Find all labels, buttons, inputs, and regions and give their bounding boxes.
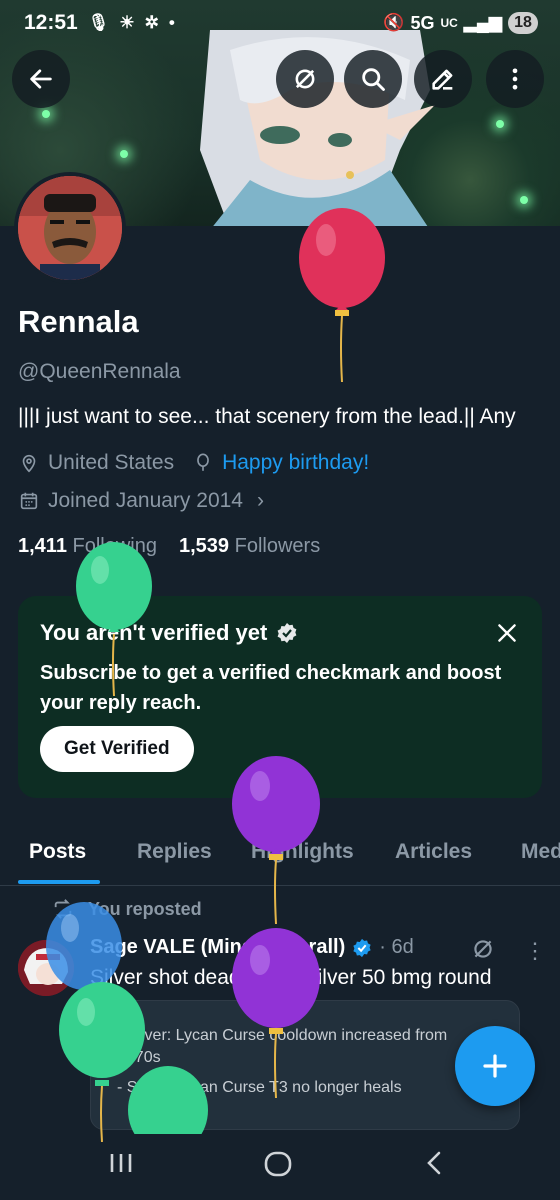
back-nav-icon[interactable] — [420, 1148, 450, 1178]
close-icon[interactable] — [494, 620, 520, 646]
follow-stats: 1,411 Following 1,539 Followers — [18, 535, 320, 558]
edit-pencil-icon — [432, 69, 453, 90]
repost-indicator: You reposted — [52, 898, 202, 920]
post-avatar-image — [18, 940, 74, 996]
edit-button[interactable] — [414, 50, 472, 108]
battery-indicator: 18 — [508, 12, 538, 34]
calendar-icon — [20, 492, 38, 510]
grok-icon — [295, 69, 315, 89]
more-vertical-icon — [512, 68, 518, 90]
tab-articles[interactable]: Articles — [395, 840, 472, 864]
post-more-icon[interactable]: ⋮ — [524, 938, 546, 964]
profile-tabs: Posts Replies Highlights Articles Med — [0, 830, 560, 886]
followers-link[interactable]: 1,539 Followers — [179, 535, 320, 558]
compose-button[interactable] — [455, 1026, 535, 1106]
post-header: Sage VALE (Mina Ha thrall) · 6d — [90, 936, 414, 959]
birthday-balloon-red — [299, 208, 385, 383]
following-link[interactable]: 1,411 Following — [18, 535, 157, 558]
tab-posts[interactable]: Posts — [29, 840, 86, 864]
quote-line: to 70s — [117, 1049, 161, 1066]
profile-name: Rennala — [18, 304, 139, 339]
butterfly-icon: ✲ — [144, 13, 159, 32]
status-time: 12:51 — [24, 11, 78, 34]
more-options-button[interactable] — [486, 50, 544, 108]
active-tab-indicator — [18, 880, 100, 884]
tab-highlights[interactable]: Highlights — [251, 840, 354, 864]
repost-label: You reposted — [88, 898, 202, 919]
home-icon[interactable] — [262, 1148, 294, 1180]
followers-count: 1,539 — [179, 535, 230, 557]
post-author-avatar[interactable] — [18, 940, 74, 996]
profile-handle: @QueenRennala — [18, 360, 181, 383]
get-verified-button[interactable]: Get Verified — [40, 726, 194, 772]
post-time: · 6d — [379, 936, 414, 958]
repost-icon — [54, 899, 72, 919]
arrow-left-icon — [30, 69, 52, 89]
mute-icon: 🔇 — [383, 13, 405, 32]
signal-icon: ▂▄▆ — [463, 13, 502, 32]
verification-title: You aren't verified yet — [40, 620, 268, 645]
following-count: 1,411 — [18, 535, 67, 557]
profile-avatar[interactable] — [14, 172, 126, 284]
status-bar: 12:51 🎙 ☀ ✲ • 🔇 5G UC ▂▄▆ 18 — [0, 0, 560, 46]
post-text: Silver shot dead with a silver 50 bmg ro… — [90, 966, 492, 989]
network-suffix: UC — [440, 16, 458, 30]
post-author-name[interactable]: Sage VALE (Mina Ha thrall) — [90, 936, 345, 959]
quote-line: - Silver: Lycan Curse T3 no longer heals — [117, 1079, 402, 1096]
profile-bio: |||I just want to see... that scenery fr… — [18, 405, 516, 428]
verification-card: You aren't verified yet Subscribe to get… — [18, 596, 542, 798]
microphone-icon: 🎙 — [87, 13, 110, 32]
post-grok-icon[interactable] — [470, 936, 496, 962]
birthday-link[interactable]: Happy birthday! — [222, 451, 369, 475]
tab-media[interactable]: Med — [521, 840, 560, 864]
verified-badge-icon — [277, 623, 297, 643]
followers-label: Followers — [234, 535, 321, 557]
plus-icon — [483, 1054, 507, 1078]
joined-text: Joined January 2014 — [48, 489, 243, 512]
back-button[interactable] — [12, 50, 70, 108]
brightness-icon: ☀ — [119, 13, 135, 32]
notification-dot-icon: • — [168, 13, 175, 32]
balloon-icon — [197, 453, 209, 471]
verification-title-row: You aren't verified yet — [40, 620, 299, 646]
profile-meta-joined[interactable]: Joined January 2014 › — [18, 489, 264, 513]
search-button[interactable] — [344, 50, 402, 108]
tab-replies[interactable]: Replies — [137, 840, 212, 864]
recent-apps-icon[interactable] — [106, 1148, 136, 1178]
location-pin-icon — [22, 454, 36, 473]
location-text: United States — [48, 451, 175, 474]
profile-meta-location: United States Happy birthday! — [18, 451, 369, 475]
avatar-image — [18, 176, 122, 280]
system-navigation-bar — [0, 1130, 560, 1200]
grok-button[interactable] — [276, 50, 334, 108]
network-type: 5G — [410, 12, 435, 33]
verification-body: Subscribe to get a verified checkmark an… — [40, 662, 502, 714]
following-label: Following — [72, 535, 157, 557]
chevron-right-icon: › — [256, 489, 264, 512]
search-icon — [362, 68, 385, 91]
quote-line: - Silver: Lycan Curse cooldown increased… — [117, 1027, 448, 1044]
verified-blue-badge-icon — [353, 938, 371, 957]
